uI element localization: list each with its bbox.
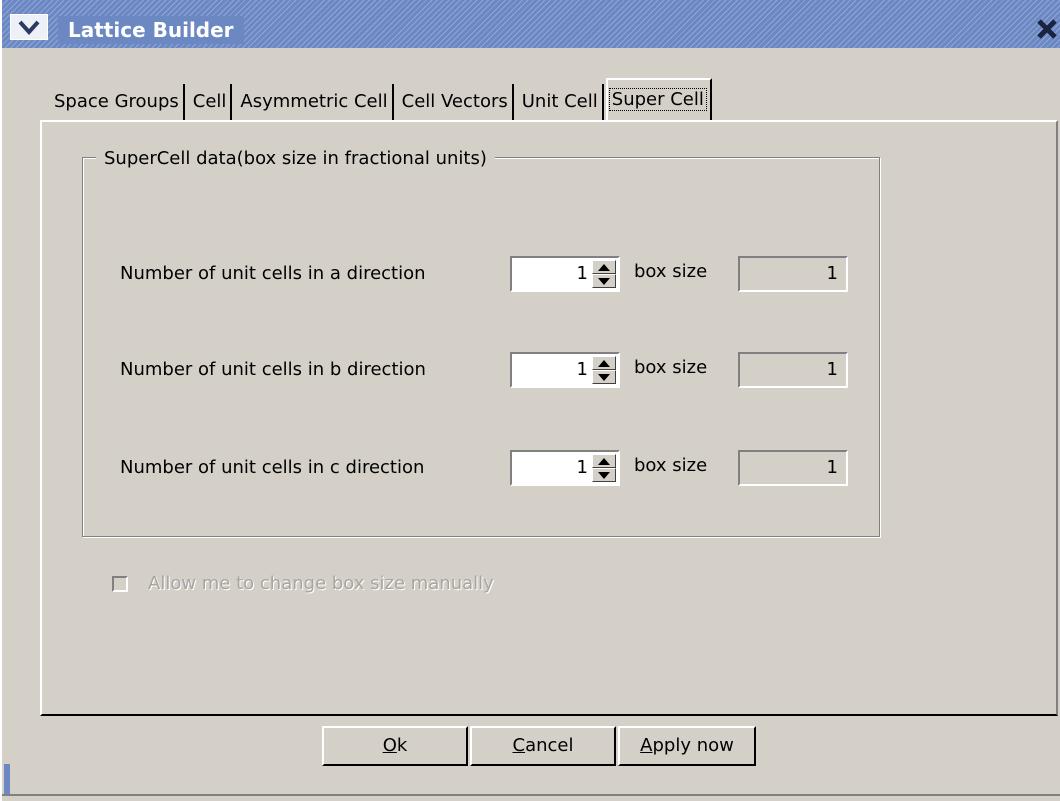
spin-down-button[interactable]	[592, 274, 616, 288]
b-box-size-label: box size	[634, 357, 708, 378]
a-direction-spinbox[interactable]: 1	[510, 256, 620, 292]
c-box-size-label: box size	[634, 455, 708, 476]
tab-bar: Space Groups Cell Asymmetric Cell Cell V…	[46, 78, 712, 120]
arrow-up-icon	[598, 457, 610, 465]
spin-down-button[interactable]	[592, 468, 616, 482]
tab-super-cell[interactable]: Super Cell	[605, 78, 712, 120]
box-value: 1	[826, 457, 838, 478]
tab-cell[interactable]: Cell	[185, 84, 233, 120]
chevron-down-icon	[18, 20, 40, 35]
arrow-up-icon	[598, 359, 610, 367]
ok-mnemonic: O	[382, 735, 397, 756]
tab-label: Asymmetric Cell	[240, 91, 388, 112]
ok-label-rest: k	[396, 735, 408, 756]
title-bar[interactable]: Lattice Builder	[2, 0, 1060, 48]
group-title: SuperCell data(box size in fractional un…	[96, 148, 495, 170]
apply-label-rest: pply now	[652, 735, 734, 756]
spin-up-button[interactable]	[592, 260, 616, 274]
arrow-down-icon	[598, 277, 610, 285]
spin-value[interactable]: 1	[577, 262, 588, 286]
spin-value[interactable]: 1	[577, 358, 588, 382]
c-box-size-field: 1	[738, 450, 848, 486]
manual-box-size-checkbox[interactable]	[112, 576, 128, 592]
arrow-down-icon	[598, 373, 610, 381]
lattice-builder-window: Lattice Builder Space Groups Cell Asymme…	[0, 0, 1060, 801]
tab-label: Space Groups	[54, 91, 179, 112]
c-direction-spinbox[interactable]: 1	[510, 450, 620, 486]
arrow-down-icon	[598, 471, 610, 479]
manual-box-size-label: Allow me to change box size manually	[148, 573, 494, 594]
spin-up-button[interactable]	[592, 356, 616, 370]
a-direction-label: Number of unit cells in a direction	[120, 263, 426, 284]
spin-down-button[interactable]	[592, 370, 616, 384]
tab-asymmetric-cell[interactable]: Asymmetric Cell	[232, 84, 394, 120]
tab-label: Cell Vectors	[401, 91, 508, 112]
box-value: 1	[826, 263, 838, 284]
spin-up-button[interactable]	[592, 454, 616, 468]
window-title: Lattice Builder	[58, 16, 244, 44]
ok-button[interactable]: Ok	[322, 726, 468, 766]
a-box-size-field: 1	[738, 256, 848, 292]
window-bottom-border	[2, 794, 1060, 796]
tab-label: Unit Cell	[521, 91, 598, 112]
cancel-button[interactable]: Cancel	[470, 726, 616, 766]
a-box-size-label: box size	[634, 261, 708, 282]
tab-unit-cell[interactable]: Unit Cell	[514, 84, 604, 120]
tab-cell-vectors[interactable]: Cell Vectors	[394, 84, 514, 120]
box-value: 1	[826, 359, 838, 380]
tab-label: Cell	[192, 91, 227, 112]
b-direction-label: Number of unit cells in b direction	[120, 359, 426, 380]
apply-now-button[interactable]: Apply now	[618, 726, 756, 766]
c-direction-label: Number of unit cells in c direction	[120, 457, 425, 478]
tab-label: Super Cell	[608, 88, 707, 111]
cancel-mnemonic: C	[512, 735, 526, 756]
arrow-up-icon	[598, 263, 610, 271]
apply-mnemonic: A	[640, 735, 653, 756]
b-direction-spinbox[interactable]: 1	[510, 352, 620, 388]
close-button[interactable]	[1032, 14, 1060, 44]
b-box-size-field: 1	[738, 352, 848, 388]
window-menu-button[interactable]	[10, 14, 48, 40]
close-icon	[1037, 19, 1057, 39]
tab-space-groups[interactable]: Space Groups	[46, 84, 185, 120]
window-edge-accent	[4, 764, 10, 794]
cancel-label-rest: ancel	[525, 735, 574, 756]
spin-value[interactable]: 1	[577, 456, 588, 480]
